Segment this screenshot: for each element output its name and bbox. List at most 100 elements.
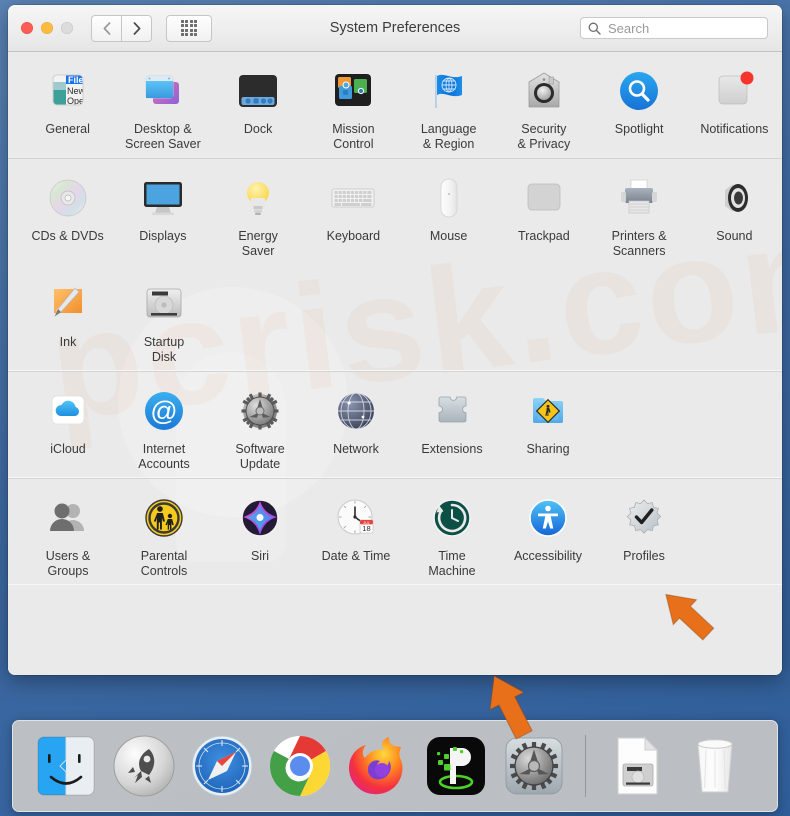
preference-row: Ink Startup Disk: [8, 265, 782, 371]
preferences-pane: pcrisk.com File New Ope General Desktop …: [8, 52, 782, 675]
pref-security-privacy[interactable]: Security & Privacy: [496, 52, 591, 158]
pref-internet-accounts[interactable]: @ Internet Accounts: [116, 372, 212, 478]
pref-label: Notifications: [700, 122, 769, 136]
svg-text:@: @: [150, 396, 177, 426]
grid-icon: [180, 19, 198, 37]
pref-software-update[interactable]: Software Update: [212, 372, 308, 478]
preference-row: Users & Groups Parental Controls Siri JU…: [8, 479, 782, 585]
close-button[interactable]: [21, 22, 33, 34]
pref-mission-control[interactable]: Mission Control: [306, 52, 401, 158]
pref-label: iCloud: [50, 442, 86, 456]
pref-label: Keyboard: [326, 229, 381, 243]
arrow-pointing-to-profiles: [653, 580, 727, 654]
pref-mouse[interactable]: Mouse: [401, 159, 496, 265]
pref-language-region[interactable]: Language & Region: [401, 52, 496, 158]
pref-dock[interactable]: Dock: [211, 52, 306, 158]
pref-label: CDs & DVDs: [31, 229, 104, 243]
pref-label: Dock: [243, 122, 273, 136]
pref-cds-dvds[interactable]: CDs & DVDs: [20, 159, 115, 265]
svg-text:File: File: [68, 75, 84, 85]
zoom-button[interactable]: [61, 22, 73, 34]
pref-profiles[interactable]: Profiles: [596, 479, 692, 585]
pref-sound[interactable]: Sound: [687, 159, 782, 265]
pref-spotlight[interactable]: Spotlight: [592, 52, 687, 158]
section-internet-wireless: iCloud @ Internet Accounts Software Upda…: [8, 371, 782, 478]
pref-network[interactable]: Network: [308, 372, 404, 478]
safari-icon: [186, 730, 258, 802]
dock-separator: [585, 735, 586, 797]
sharing-icon: [523, 386, 573, 436]
pref-label: Sound: [716, 229, 753, 243]
pref-time-machine[interactable]: Time Machine: [404, 479, 500, 585]
network-icon: [331, 386, 381, 436]
pref-label: Extensions: [421, 442, 483, 456]
forward-button[interactable]: [121, 14, 152, 42]
search-input[interactable]: [606, 19, 760, 37]
security-privacy-icon: [519, 66, 569, 116]
back-button[interactable]: [91, 14, 121, 42]
dock-item-safari[interactable]: [183, 727, 261, 805]
pref-label: Energy Saver: [238, 229, 278, 258]
pref-users-groups[interactable]: Users & Groups: [20, 479, 116, 585]
spotlight-icon: [614, 66, 664, 116]
desktop-background: System Preferences pcrisk.com: [0, 0, 790, 816]
pref-label: Mission Control: [332, 122, 375, 151]
chevron-right-icon: [133, 21, 140, 35]
dock-item-ipulse[interactable]: [417, 727, 495, 805]
trackpad-icon: [519, 173, 569, 223]
icloud-icon: [43, 386, 93, 436]
pref-label: Network: [333, 442, 379, 456]
pref-label: Trackpad: [518, 229, 570, 243]
pref-keyboard[interactable]: Keyboard: [306, 159, 401, 265]
dock-item-system-preferences[interactable]: [495, 727, 573, 805]
pref-icloud[interactable]: iCloud: [20, 372, 116, 478]
pref-siri[interactable]: Siri: [212, 479, 308, 585]
calendar-day: 18: [362, 524, 370, 533]
pref-label: Profiles: [623, 549, 665, 563]
chrome-icon: [264, 730, 336, 802]
mission-control-icon: [328, 66, 378, 116]
pref-general[interactable]: File New Ope General: [20, 52, 115, 158]
accessibility-icon: [523, 493, 573, 543]
pref-parental-controls[interactable]: Parental Controls: [116, 479, 212, 585]
notifications-icon: [709, 66, 759, 116]
pref-notifications[interactable]: Notifications: [687, 52, 782, 158]
internet-accounts-icon: @: [139, 386, 189, 436]
pref-accessibility[interactable]: Accessibility: [500, 479, 596, 585]
pref-printers-scanners[interactable]: Printers & Scanners: [592, 159, 687, 265]
pref-desktop-screen-saver[interactable]: Desktop & Screen Saver: [115, 52, 210, 158]
minimize-button[interactable]: [41, 22, 53, 34]
pref-date-time[interactable]: JUL 18 Date & Time: [308, 479, 404, 585]
pref-startup-disk[interactable]: Startup Disk: [116, 265, 212, 371]
show-all-button[interactable]: [166, 14, 212, 42]
date-time-icon: JUL 18: [331, 493, 381, 543]
ink-icon: [43, 279, 93, 329]
dock-item-launchpad[interactable]: [105, 727, 183, 805]
pref-displays[interactable]: Displays: [115, 159, 210, 265]
pref-label: Accessibility: [513, 549, 583, 563]
dock-item-document-disk[interactable]: [598, 727, 676, 805]
pref-label: Security & Privacy: [517, 122, 571, 151]
search-field[interactable]: [580, 17, 768, 39]
pref-sharing[interactable]: Sharing: [500, 372, 596, 478]
section-system: Users & Groups Parental Controls Siri JU…: [8, 478, 782, 585]
parental-controls-icon: [139, 493, 189, 543]
sound-icon: [709, 173, 759, 223]
pref-energy-saver[interactable]: Energy Saver: [211, 159, 306, 265]
trash-icon: [679, 730, 751, 802]
pref-extensions[interactable]: Extensions: [404, 372, 500, 478]
dock-item-firefox[interactable]: [339, 727, 417, 805]
system-preferences-icon: [498, 730, 570, 802]
pref-label: Mouse: [429, 229, 468, 243]
pref-label: Siri: [250, 549, 270, 563]
general-icon: File New Ope: [43, 66, 93, 116]
pref-trackpad[interactable]: Trackpad: [496, 159, 591, 265]
pref-ink[interactable]: Ink: [20, 265, 116, 371]
pref-label: Date & Time: [321, 549, 391, 563]
pref-label: Printers & Scanners: [611, 229, 667, 258]
time-machine-icon: [427, 493, 477, 543]
dock-item-chrome[interactable]: [261, 727, 339, 805]
dock-item-finder[interactable]: [27, 727, 105, 805]
dock-item-trash[interactable]: [676, 727, 754, 805]
printers-scanners-icon: [614, 173, 664, 223]
